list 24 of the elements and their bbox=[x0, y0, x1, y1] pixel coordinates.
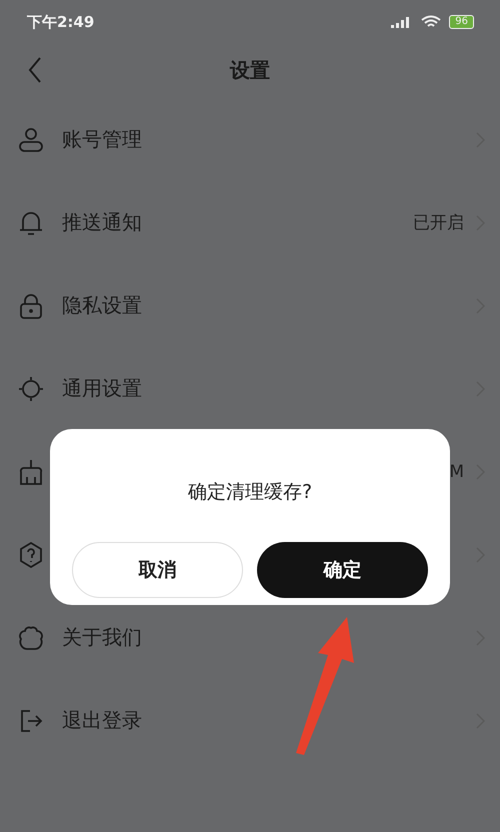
setting-label[interactable]: 推送通知 bbox=[62, 209, 142, 236]
battery-indicator: 96 bbox=[449, 15, 474, 29]
setting-label[interactable]: 隐私设置 bbox=[62, 292, 142, 319]
page-title: 设置 bbox=[230, 56, 270, 84]
setting-label[interactable]: 通用设置 bbox=[62, 375, 142, 402]
setting-value: M bbox=[449, 462, 464, 482]
lock-icon bbox=[18, 292, 44, 318]
cancel-button[interactable]: 取消 bbox=[72, 542, 243, 598]
person-icon bbox=[18, 126, 44, 152]
help-icon bbox=[18, 542, 44, 568]
setting-value: 已开启 bbox=[413, 212, 464, 234]
setting-label[interactable]: 账号管理 bbox=[62, 126, 142, 153]
dialog-message: 确定清理缓存? bbox=[188, 480, 312, 505]
bell-icon bbox=[18, 210, 44, 236]
back-icon[interactable] bbox=[28, 57, 42, 83]
logout-icon bbox=[18, 708, 44, 734]
setting-label[interactable]: 关于我们 bbox=[62, 624, 142, 651]
wifi-icon bbox=[421, 15, 442, 29]
flower-icon bbox=[18, 624, 44, 650]
status-time: 下午2:49 bbox=[27, 12, 94, 32]
confirm-button[interactable]: 确定 bbox=[257, 542, 428, 598]
broom-icon bbox=[18, 458, 44, 484]
setting-label[interactable]: 退出登录 bbox=[62, 707, 142, 734]
sun-icon bbox=[18, 376, 44, 402]
